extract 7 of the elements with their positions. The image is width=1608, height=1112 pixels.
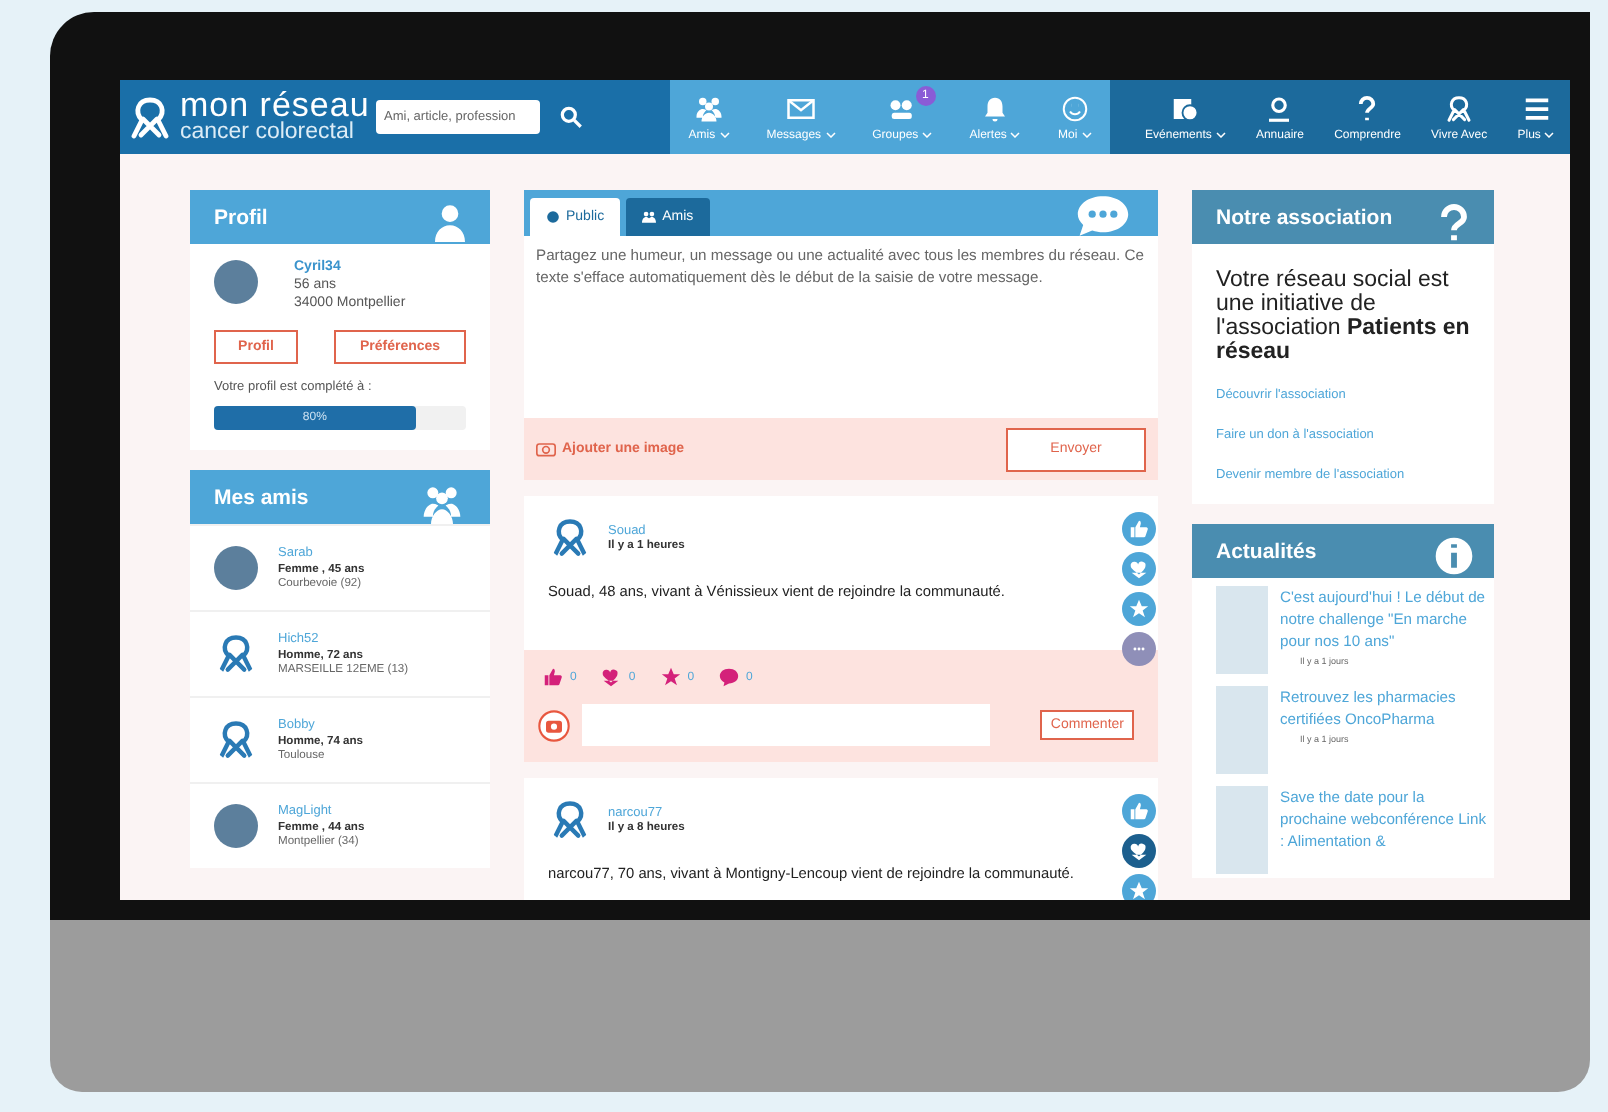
association-text: Votre réseau social est une initiative de l'association Patients en réseau — [1216, 268, 1470, 365]
card-title: Notre association — [1216, 205, 1393, 229]
logo-subtitle: cancer colorectal — [180, 122, 356, 145]
card-title: Profil — [214, 205, 268, 229]
logo-title: mon réseau — [180, 89, 372, 123]
card-title: Actualités — [1216, 539, 1317, 564]
card-title: Mes amis — [214, 485, 309, 509]
